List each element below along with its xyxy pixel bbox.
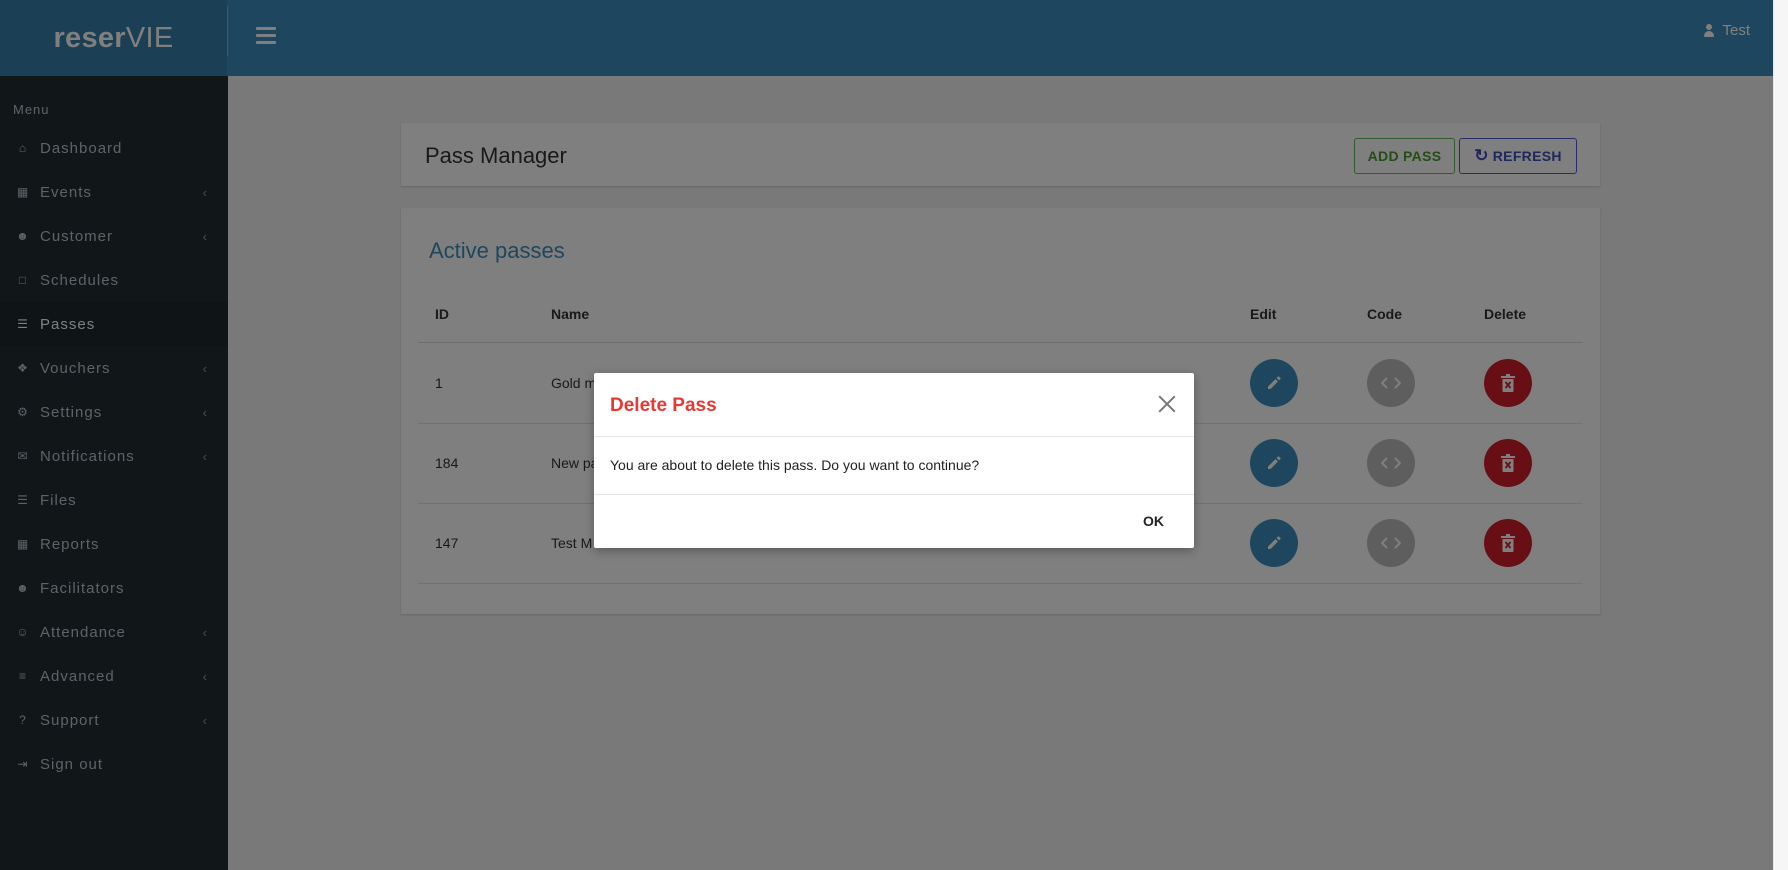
delete-pass-dialog: Delete Pass You are about to delete this…	[594, 373, 1194, 548]
app: reserVIE Test Menu ⌂Dashboard▦Events‹☻Cu…	[0, 0, 1774, 870]
dialog-body: You are about to delete this pass. Do yo…	[594, 436, 1194, 495]
dialog-message: You are about to delete this pass. Do yo…	[610, 457, 980, 473]
close-icon[interactable]	[1158, 395, 1176, 413]
dialog-title: Delete Pass	[610, 395, 717, 416]
ok-button[interactable]: OK	[1143, 513, 1164, 529]
dialog-header: Delete Pass	[594, 373, 1194, 437]
page-scrollbar[interactable]	[1773, 0, 1788, 870]
